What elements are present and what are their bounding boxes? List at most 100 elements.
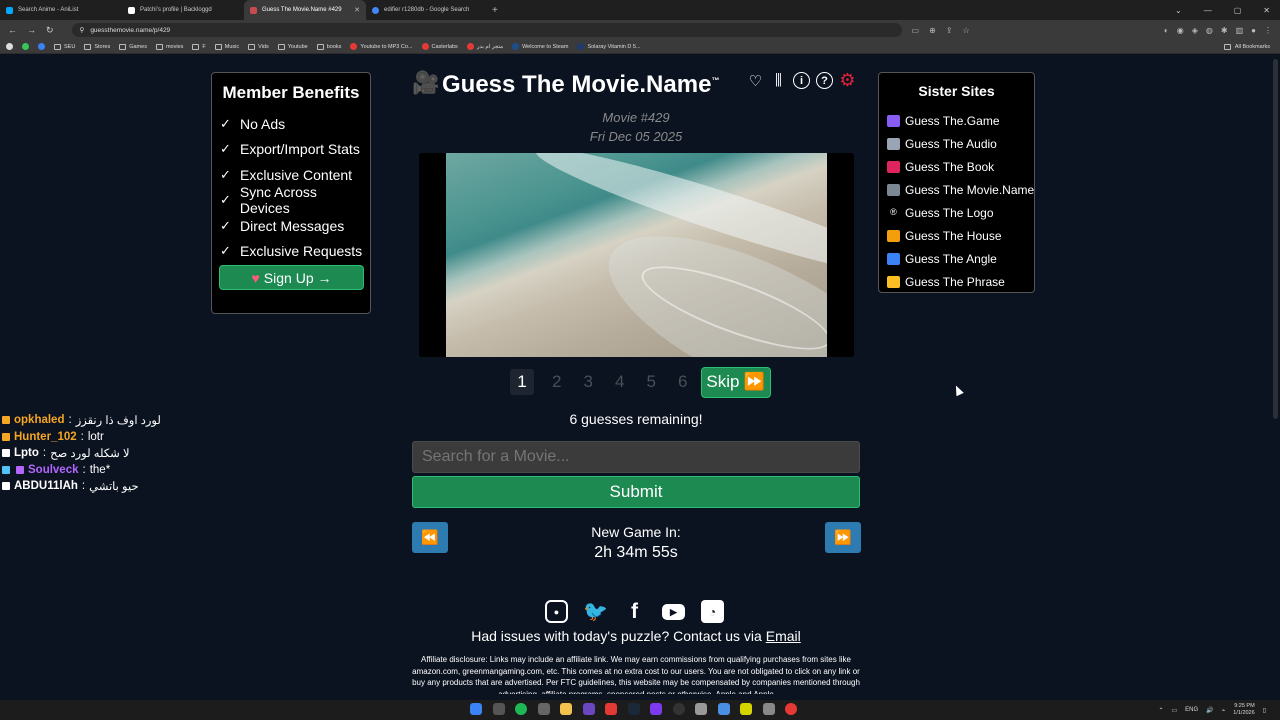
youtube-icon[interactable]: ▶	[662, 604, 685, 620]
email-link[interactable]: Email	[766, 628, 801, 644]
frame-page-2[interactable]: 2	[541, 372, 573, 392]
app-icon[interactable]	[785, 703, 797, 715]
gear-icon[interactable]: ⚙	[839, 70, 856, 90]
bookmark-app[interactable]	[22, 43, 29, 50]
obs-icon[interactable]	[672, 703, 685, 715]
sister-link-phrase[interactable]: Guess The Phrase	[887, 270, 1034, 293]
page-scrollbar[interactable]	[1273, 59, 1278, 419]
tab-backloggd[interactable]: Patchi's profile | Backloggd	[122, 0, 244, 20]
search-icon[interactable]	[492, 703, 505, 715]
back-icon[interactable]: ←	[8, 25, 17, 36]
close-icon[interactable]: ✕	[354, 6, 360, 14]
app-icon[interactable]	[650, 703, 662, 715]
profile-icon[interactable]: ●	[1251, 26, 1256, 35]
sister-link-house[interactable]: Guess The House	[887, 224, 1034, 247]
instagram-icon[interactable]: ●	[545, 600, 568, 623]
new-tab-button[interactable]: +	[492, 5, 498, 16]
all-bookmarks[interactable]: All Bookmarks	[1223, 43, 1270, 50]
frame-page-4[interactable]: 4	[604, 372, 636, 392]
twitter-icon[interactable]: 🐦	[583, 600, 608, 623]
clock[interactable]: 9:25 PM 1/1/2026	[1233, 703, 1254, 717]
tab-anilist[interactable]: Search Anime - AniList	[0, 0, 122, 20]
minimize-icon[interactable]: —	[1204, 6, 1212, 15]
vivaldi-icon[interactable]	[605, 703, 617, 715]
folder-icon[interactable]	[560, 703, 572, 715]
bookmark-site[interactable]: Welcome to Steam	[512, 43, 568, 50]
reload-icon[interactable]: ↻	[46, 25, 54, 36]
sister-link-game[interactable]: Guess The.Game	[887, 109, 1034, 132]
info-icon[interactable]: i	[793, 72, 810, 89]
app-icon[interactable]	[695, 703, 707, 715]
sidebar-icon[interactable]: ▥	[1236, 26, 1244, 35]
language-indicator[interactable]: ENG	[1185, 707, 1198, 713]
bookmark-folder[interactable]: Youtube	[277, 43, 308, 50]
sister-link-book[interactable]: Guess The Book	[887, 155, 1034, 178]
volume-icon[interactable]: 🔊	[1206, 707, 1213, 714]
submit-button[interactable]: Submit	[412, 476, 860, 508]
install-icon[interactable]: ▭	[912, 26, 920, 35]
sign-up-button[interactable]: ♥ Sign Up →	[219, 265, 364, 290]
url-input[interactable]: ⚲ guessthemovie.name/p/429	[71, 23, 902, 37]
chevron-up-icon[interactable]: ⌃	[1158, 707, 1163, 714]
frame-page-1[interactable]: 1	[510, 369, 534, 395]
next-game-button[interactable]: ⏩	[825, 522, 861, 553]
facebook-icon[interactable]: f	[623, 600, 646, 623]
bookmark-folder[interactable]: Stores	[84, 43, 110, 50]
menu-icon[interactable]: ⋮	[1264, 26, 1272, 35]
bookmark-site[interactable]: Youtube to MP3 Co...	[350, 43, 413, 50]
page-content: Member Benefits ✓ No Ads ✓ Export/Import S…	[0, 55, 1280, 700]
zoom-icon[interactable]: ⊕	[929, 26, 936, 35]
extension-icon[interactable]: ◈	[1192, 26, 1198, 35]
frame-page-3[interactable]: 3	[573, 372, 605, 392]
steam-icon[interactable]	[627, 703, 640, 715]
chevron-down-icon[interactable]: ⌄	[1175, 6, 1182, 15]
frame-page-6[interactable]: 6	[667, 372, 699, 392]
bookmark-site[interactable]: متجر ام بدر	[466, 43, 503, 50]
app-icon[interactable]	[740, 703, 752, 715]
movie-frame-player[interactable]	[419, 153, 854, 357]
bookmark-folder[interactable]: books	[316, 43, 341, 50]
extension-icon[interactable]: ◐	[1164, 26, 1169, 35]
heart-icon[interactable]: ♡	[747, 72, 764, 90]
extension-icon[interactable]: ◍	[1206, 26, 1213, 35]
bookmark-site[interactable]: Casterlabs	[421, 43, 458, 50]
sister-link-audio[interactable]: Guess The Audio	[887, 132, 1034, 155]
extension-icon[interactable]: ◉	[1177, 26, 1184, 35]
rss-icon[interactable]: ◔	[701, 600, 724, 623]
maximize-icon[interactable]: ▢	[1234, 6, 1242, 15]
star-icon[interactable]: ☆	[963, 26, 970, 35]
puzzle-icon[interactable]: ✱	[1221, 26, 1228, 35]
close-window-icon[interactable]: ✕	[1263, 6, 1270, 15]
tab-google[interactable]: edifier r1280db - Google Search	[366, 0, 488, 20]
movie-search-input[interactable]	[412, 441, 860, 473]
bookmark-site[interactable]: Solaray Vitamin D 5...	[577, 43, 641, 50]
bookmark-folder[interactable]: Music	[214, 43, 239, 50]
tab-guessthemovie[interactable]: Guess The Movie.Name #429 ✕	[244, 0, 366, 20]
spotify-icon[interactable]	[515, 703, 527, 715]
app-icon[interactable]	[762, 703, 775, 715]
sister-link-logo[interactable]: ® Guess The Logo	[887, 201, 1034, 224]
network-icon[interactable]: ⌁	[1222, 707, 1226, 714]
app-icon[interactable]	[537, 703, 550, 715]
app-icon[interactable]	[717, 703, 730, 715]
stats-icon[interactable]: ⫼	[770, 72, 787, 89]
app-icon[interactable]	[582, 703, 595, 715]
sister-link-angle[interactable]: Guess The Angle	[887, 247, 1034, 270]
frame-page-5[interactable]: 5	[636, 372, 668, 392]
help-icon[interactable]: ?	[816, 72, 833, 89]
skip-button[interactable]: Skip ⏩	[700, 366, 771, 398]
bookmark-folder[interactable]: F	[192, 43, 206, 50]
notifications-icon[interactable]: ▯	[1263, 707, 1266, 714]
bookmark-folder[interactable]: movies	[155, 43, 183, 50]
forward-icon[interactable]: →	[27, 25, 36, 36]
bookmark-folder[interactable]: Vids	[248, 43, 269, 50]
sister-link-movie[interactable]: Guess The Movie.Name	[887, 178, 1034, 201]
share-icon[interactable]: ⇪	[946, 26, 953, 35]
site-info-icon[interactable]: ⚲	[80, 26, 85, 34]
bookmark-app[interactable]	[38, 43, 45, 50]
bookmark-folder[interactable]: SEU	[54, 43, 75, 50]
bookmark-app[interactable]	[6, 43, 13, 50]
bookmark-folder[interactable]: Games	[119, 43, 147, 50]
start-icon[interactable]	[470, 703, 482, 715]
battery-icon[interactable]: ▭	[1171, 707, 1177, 714]
